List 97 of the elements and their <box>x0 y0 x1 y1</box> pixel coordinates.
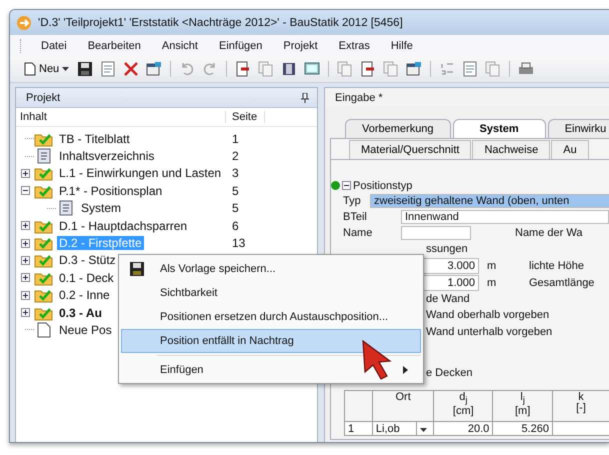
section-title: Positionstyp <box>353 180 412 192</box>
field-label: BTeil <box>343 211 368 223</box>
tree-item[interactable]: D.3 - Stütz <box>57 253 118 268</box>
column-header: Ort <box>372 390 434 422</box>
menu-item[interactable]: Einfügen <box>121 358 421 382</box>
blank-page-icon <box>24 62 36 76</box>
tree-item[interactable]: Inhaltsverzeichnis <box>57 149 156 164</box>
tree-item[interactable]: L.1 - Einwirkungen und Lasten <box>57 166 224 180</box>
option-label[interactable]: Wand unterhalb vorgeben <box>426 324 552 341</box>
page-number: 13 <box>232 236 246 250</box>
printer-icon[interactable] <box>518 61 534 77</box>
expand-icon[interactable] <box>21 238 30 248</box>
expand-icon[interactable] <box>21 256 30 265</box>
collapse-icon[interactable] <box>21 186 30 196</box>
tab[interactable]: Einwirku <box>548 119 609 138</box>
page-number: 3 <box>232 166 239 180</box>
expand-icon[interactable] <box>21 290 30 300</box>
page-number: 2 <box>232 149 239 164</box>
menu-item[interactable]: Als Vorlage speichern... <box>121 257 421 281</box>
expand-icon[interactable] <box>21 308 30 318</box>
group-title: e Decken <box>426 366 472 381</box>
monitor-icon[interactable] <box>304 61 320 77</box>
column-header[interactable]: Seite <box>226 111 265 123</box>
menu-item[interactable]: Hilfe <box>382 40 421 52</box>
table-cell[interactable]: Li,ob <box>372 422 416 436</box>
tree-item[interactable]: System <box>79 201 124 216</box>
unit-label: m <box>486 276 498 288</box>
group-title: de Wand <box>426 292 470 307</box>
document-arrow-icon[interactable] <box>360 61 376 77</box>
menu-item[interactable]: Projekt <box>275 40 326 52</box>
document-icon[interactable] <box>462 61 478 77</box>
menu-item[interactable]: Positionen ersetzen durch Austauschposition... <box>121 305 421 329</box>
tree-item[interactable]: 0.1 - Deck <box>57 270 116 285</box>
field-label: Name der Wa <box>515 227 582 239</box>
tree-item[interactable]: Neue Pos <box>57 322 114 337</box>
tab[interactable]: Material/Querschnitt <box>349 140 472 159</box>
tree-item[interactable]: TB - Titelblatt <box>57 132 132 146</box>
page-number: 6 <box>232 218 239 233</box>
expand-icon[interactable] <box>21 221 30 230</box>
document-arrow-icon[interactable] <box>235 61 252 77</box>
tab[interactable]: Nachweise <box>472 140 550 159</box>
option-label[interactable]: Wand oberhalb vorgeben <box>426 307 550 324</box>
menu-item[interactable]: Position entfällt in Nachtrag <box>121 329 421 353</box>
page-number: 5 <box>232 201 239 216</box>
field-label: Name <box>343 227 374 239</box>
expand-icon[interactable] <box>21 273 30 282</box>
panel-title: Eingabe * <box>335 92 383 104</box>
tree-item[interactable]: D.1 - Hauptdachsparren <box>57 218 190 233</box>
expand-icon[interactable] <box>21 168 30 178</box>
status-dot-icon <box>331 181 340 190</box>
table-cell[interactable]: 5.260 <box>492 422 552 436</box>
tab[interactable]: System <box>452 119 546 138</box>
unit-label: m <box>486 260 498 272</box>
tree-item[interactable]: 0.3 - Au <box>57 306 104 320</box>
collapse-icon[interactable] <box>342 181 351 190</box>
menu-item[interactable]: Ansicht <box>154 40 206 52</box>
number-field[interactable]: 1.000 <box>423 274 479 290</box>
page-number: 5 <box>232 184 239 198</box>
component-dropdown[interactable]: Innenwand <box>401 210 609 224</box>
tree-item[interactable]: P.1* - Positionsplan <box>57 184 164 198</box>
mouse-pointer-icon <box>362 340 392 380</box>
field-label: Typ <box>343 195 362 207</box>
menu-item[interactable]: Sichtbarkeit <box>121 281 421 305</box>
group-title: ssungen <box>426 242 468 257</box>
window-properties-icon[interactable] <box>406 61 422 77</box>
numbered-list-icon[interactable] <box>439 61 456 77</box>
tree-item[interactable]: 0.2 - Inne <box>57 288 112 302</box>
window-title: 'D.3' 'Teilprojekt1' 'Erststatik <Nachträge 2012>' - BauStatik 2012 [5456] <box>38 16 403 28</box>
window-properties-icon[interactable] <box>146 61 162 77</box>
tab[interactable]: Au <box>551 140 589 159</box>
column-header: l$_{j}$ [m] <box>492 390 552 422</box>
row-number: 1 <box>344 422 372 436</box>
new-button[interactable]: Neu <box>22 62 72 76</box>
name-field[interactable] <box>401 226 471 240</box>
menu-item[interactable]: Datei <box>33 40 75 52</box>
submenu-arrow-icon <box>403 366 408 374</box>
column-header: d$_{j}$ [cm] <box>434 390 493 422</box>
column-header[interactable]: Inhalt <box>16 111 226 123</box>
delete-icon[interactable] <box>123 61 140 77</box>
menu-item[interactable]: Einfügen <box>210 40 270 52</box>
binder-icon[interactable] <box>281 61 298 77</box>
pin-icon[interactable] <box>301 92 309 102</box>
field-label: lichte Höhe <box>529 260 584 272</box>
column-header: k [-] <box>552 390 609 422</box>
number-field[interactable]: 3.000 <box>423 258 479 274</box>
menu-item[interactable]: Extras <box>330 40 378 52</box>
app-logo-icon <box>16 14 32 30</box>
field-label: Gesamtlänge <box>529 276 594 288</box>
page-number: 1 <box>232 132 239 146</box>
menu-item[interactable]: Bearbeiten <box>80 40 149 52</box>
dropdown-arrow-icon[interactable] <box>420 428 427 432</box>
table-cell[interactable]: 20.0 <box>434 422 493 436</box>
tab[interactable]: Vorbemerkung <box>345 119 451 138</box>
document-icon[interactable] <box>100 61 116 77</box>
dropdown-arrow-icon <box>62 67 70 71</box>
type-dropdown[interactable]: zweiseitig gehaltene Wand (oben, unten <box>370 194 609 208</box>
panel-title: Projekt <box>26 92 60 104</box>
